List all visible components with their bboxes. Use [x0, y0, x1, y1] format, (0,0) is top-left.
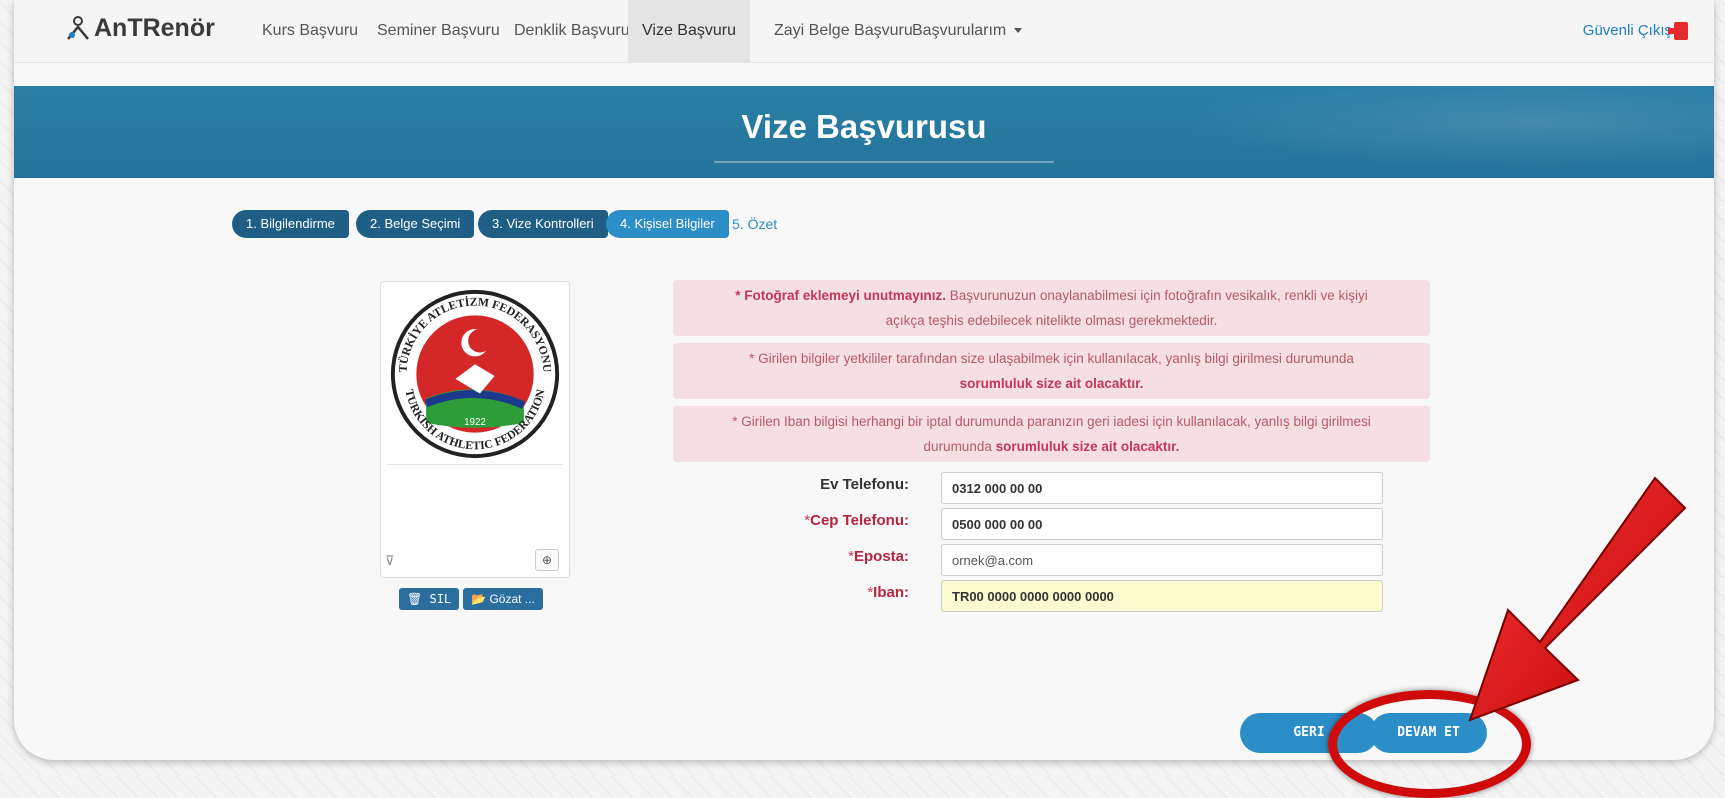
alert-iban-bold: sorumluluk size ait olacaktır.: [995, 439, 1180, 454]
email-label: *Eposta:: [714, 548, 909, 565]
step-bilgilendirme[interactable]: 1. Bilgilendirme: [232, 210, 349, 238]
email-field[interactable]: [941, 544, 1383, 576]
delete-photo-label: SIL: [429, 592, 452, 606]
delete-photo-button[interactable]: 🗑 SIL: [399, 588, 460, 610]
alert-iban-pre: durumunda: [923, 439, 996, 454]
photo-actions: 🗑 SIL 📂 Gözat ...: [399, 588, 543, 610]
alert-photo-line2: açıkça teşhis edebilecek nitelikte olmas…: [885, 313, 1218, 328]
nav-denklik-basvuru[interactable]: Denklik Başvuru: [514, 0, 630, 62]
nav-zayi-belge-basvuru[interactable]: Zayi Belge Başvuru: [774, 0, 913, 62]
iban-label-text: Iban:: [873, 584, 909, 601]
app-frame: AnTRenör Kurs Başvuru Seminer Başvuru De…: [14, 0, 1714, 760]
alert-iban-line1: * Girilen Iban bilgisi herhangi bir ipta…: [732, 414, 1371, 429]
info-responsibility-alert: * Girilen bilgiler yetkililer tarafından…: [673, 343, 1430, 399]
nav-kurs-basvuru[interactable]: Kurs Başvuru: [262, 0, 358, 62]
photo-preview: 1922 TÜRKİYE ATLETİZM FEDERASYONU TURKIS…: [380, 281, 570, 578]
alert-photo-rest: Başvurunuzun onaylanabilmesi için fotoğr…: [946, 288, 1368, 303]
logout-link[interactable]: Güvenli Çıkış: [1583, 0, 1688, 62]
mobile-phone-field[interactable]: [941, 508, 1383, 540]
page-title: Vize Başvurusu: [741, 108, 987, 145]
email-label-text: Eposta:: [853, 548, 909, 565]
title-underline: [714, 161, 1054, 163]
photo-warning-alert: * Fotoğraf eklemeyi unutmayınız. Başvuru…: [673, 280, 1430, 336]
alert-photo-bold: * Fotoğraf eklemeyi unutmayınız.: [735, 288, 947, 303]
logo-year: 1922: [464, 417, 486, 428]
logout-icon: [1668, 22, 1688, 41]
nav-vize-basvuru[interactable]: Vize Başvuru: [628, 0, 750, 62]
zoom-icon[interactable]: ⊕: [535, 549, 559, 571]
step-vize-kontrolleri[interactable]: 3. Vize Kontrolleri: [478, 210, 608, 238]
file-icon: ⊽: [385, 553, 395, 568]
alert-info-bold: sorumluluk size ait olacaktır.: [959, 376, 1144, 391]
nav-seminer-basvuru[interactable]: Seminer Başvuru: [377, 0, 500, 62]
home-phone-field[interactable]: [941, 472, 1383, 504]
step-ozet[interactable]: 5. Özet: [732, 210, 777, 238]
trash-icon: 🗑: [407, 592, 423, 606]
logout-label: Güvenli Çıkış: [1582, 22, 1672, 39]
iban-label: *Iban:: [714, 584, 909, 601]
photo-divider: [387, 464, 563, 465]
browse-photo-label: Gözat ...: [489, 592, 535, 606]
step-kisisel-bilgiler[interactable]: 4. Kişisel Bilgiler: [606, 210, 729, 238]
folder-icon: 📂: [471, 592, 487, 606]
nav-basvurularim-label: Başvurularım: [912, 22, 1007, 39]
navbar: AnTRenör Kurs Başvuru Seminer Başvuru De…: [14, 0, 1714, 63]
home-phone-label: Ev Telefonu:: [820, 476, 909, 493]
browse-photo-button[interactable]: 📂 Gözat ...: [463, 588, 543, 610]
coach-logo-icon: [67, 15, 89, 40]
mobile-phone-label-text: Cep Telefonu:: [810, 512, 909, 529]
federation-logo: 1922 TÜRKİYE ATLETİZM FEDERASYONU TURKIS…: [390, 289, 560, 459]
iban-responsibility-alert: * Girilen Iban bilgisi herhangi bir ipta…: [673, 406, 1430, 462]
brand-logo[interactable]: AnTRenör: [64, 14, 215, 43]
step-belge-secimi[interactable]: 2. Belge Seçimi: [356, 210, 475, 238]
mobile-phone-label: *Cep Telefonu:: [714, 512, 909, 529]
logo-text: AnTRenör: [94, 14, 215, 42]
annotation-arrow-icon: [1468, 476, 1687, 722]
page-banner: Vize Başvurusu: [14, 86, 1714, 178]
alert-info-line1: * Girilen bilgiler yetkililer tarafından…: [749, 351, 1354, 366]
nav-basvurularim-dropdown[interactable]: Başvurularım: [912, 0, 1023, 62]
chevron-down-icon: [1014, 28, 1023, 34]
iban-field[interactable]: [941, 580, 1383, 612]
